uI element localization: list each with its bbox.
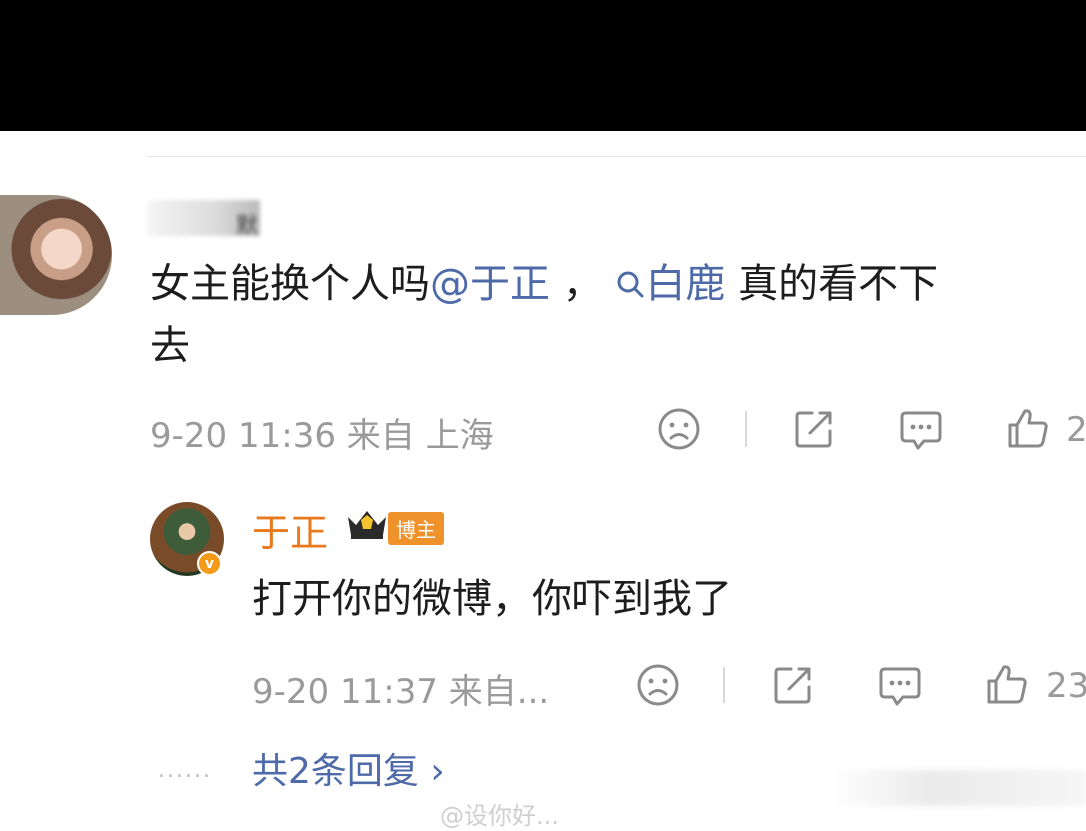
top-black-bar — [0, 0, 1086, 131]
author-name[interactable]: 于正 — [252, 502, 328, 557]
verified-badge: v — [197, 551, 222, 576]
share-icon[interactable] — [792, 407, 836, 451]
like-count: 23 — [1046, 666, 1086, 706]
search-link[interactable]: 白鹿 — [645, 261, 725, 307]
username-blurred[interactable]: 默 — [148, 200, 260, 239]
thread-dots: ...... — [158, 758, 212, 783]
comment-meta: 9-20 11:36 来自 上海 — [150, 416, 494, 456]
search-icon — [615, 266, 645, 306]
avatar[interactable] — [0, 195, 112, 315]
reply-text: 打开你的微博，你吓到我了 — [252, 576, 732, 622]
like-icon[interactable] — [985, 662, 1029, 706]
blurred-watermark — [830, 770, 1086, 806]
comment-icon[interactable] — [898, 407, 944, 453]
mention-link[interactable]: @于正 — [430, 261, 550, 307]
more-replies-link[interactable]: 共2条回复 › — [252, 742, 445, 794]
crown-icon — [348, 511, 386, 539]
dislike-icon[interactable] — [657, 407, 701, 451]
like-count: 2 — [1066, 410, 1086, 450]
separator — [745, 411, 747, 447]
comment-icon[interactable] — [877, 663, 923, 709]
blogger-badge: 博主 — [388, 512, 444, 545]
like-icon[interactable] — [1006, 406, 1050, 450]
watermark: @设你好... — [440, 802, 559, 830]
divider-line — [148, 156, 1086, 157]
comment-text-line2: 去 — [150, 323, 190, 369]
dislike-icon[interactable] — [636, 663, 680, 707]
share-icon[interactable] — [771, 663, 815, 707]
comment-text: 女主能换个人吗@于正 ， 白鹿 真的看不下 — [150, 261, 939, 307]
reply-meta: 9-20 11:37 来自... — [252, 672, 550, 712]
separator — [723, 667, 725, 703]
username-suffix: 默 — [235, 214, 258, 239]
